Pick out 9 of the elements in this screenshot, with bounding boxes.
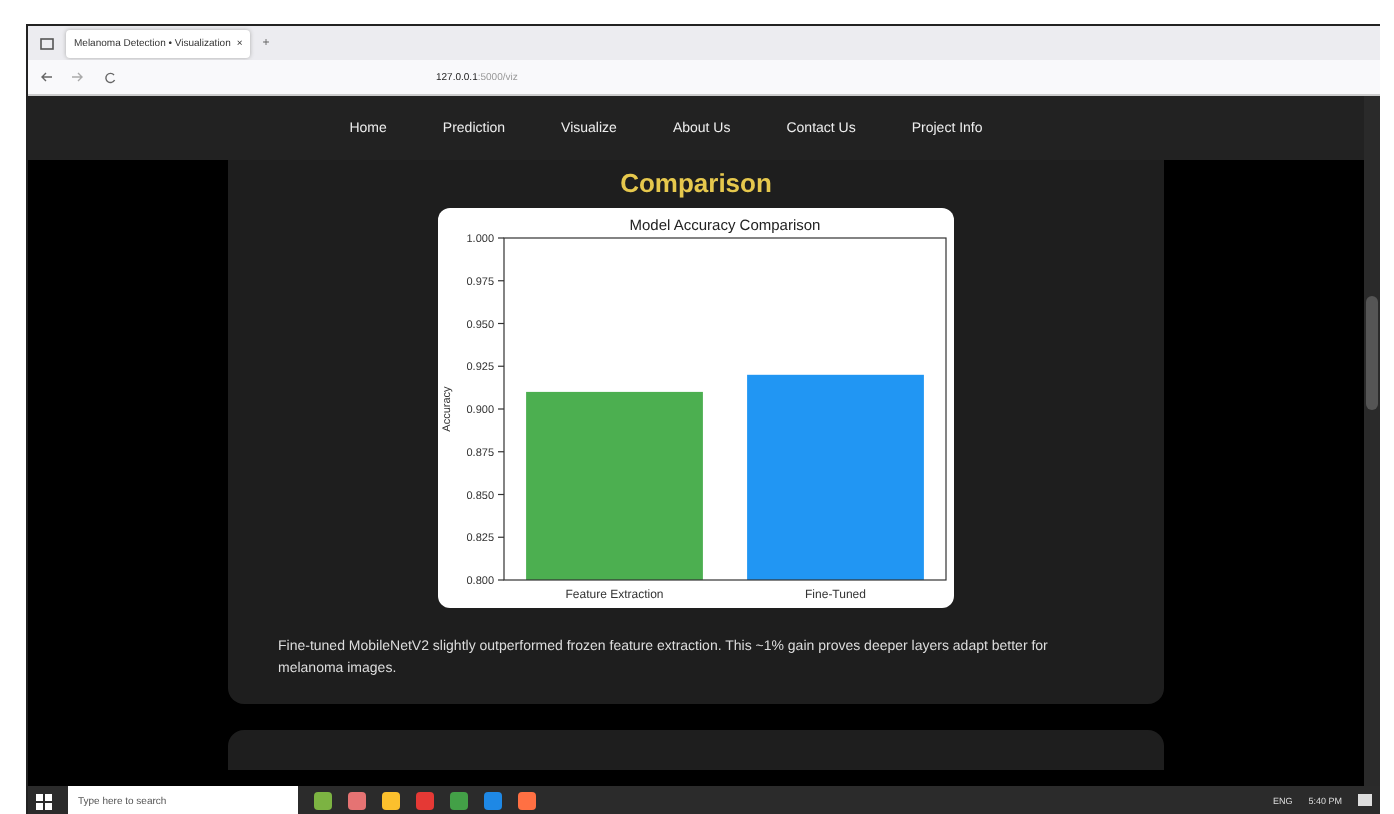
scrollbar-thumb[interactable] <box>1366 296 1378 410</box>
forward-icon[interactable] <box>72 72 84 82</box>
windows-start-icon[interactable] <box>36 793 52 809</box>
tab-overview-icon[interactable] <box>40 37 54 49</box>
reload-icon[interactable] <box>104 71 116 83</box>
notification-icon[interactable] <box>1358 794 1372 808</box>
scrollbar[interactable] <box>1364 96 1380 786</box>
back-icon[interactable] <box>40 72 52 82</box>
section-heading: Comparison <box>620 168 772 198</box>
